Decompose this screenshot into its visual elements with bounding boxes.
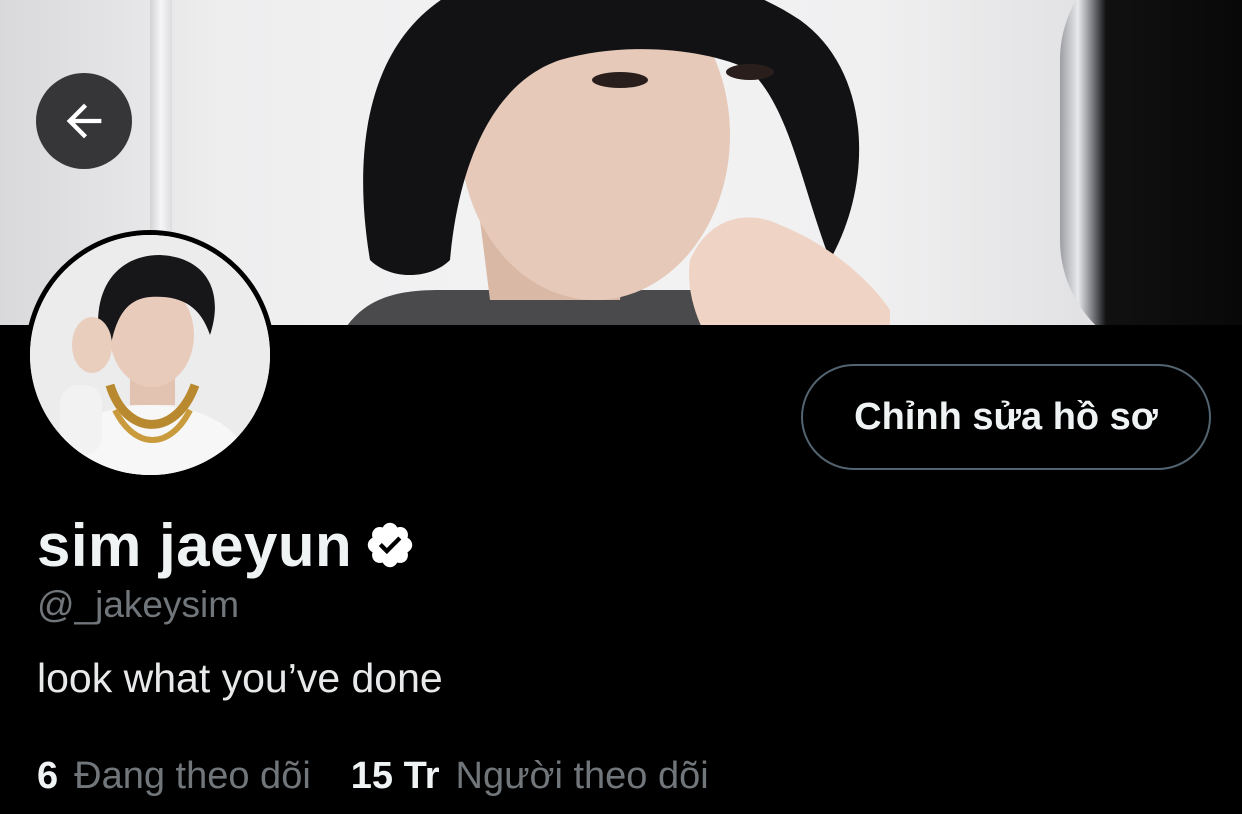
profile-name-row: sim jaeyun [37,508,416,582]
followers-link[interactable]: 15 Tr Người theo dõi [351,755,709,798]
following-label: Đang theo dõi [74,755,311,797]
back-button[interactable] [36,73,132,169]
followers-count: 15 Tr [350,755,440,797]
arrow-left-icon [66,103,102,139]
profile-bio: look what you’ve done [37,655,443,701]
following-link[interactable]: 6 Đang theo dõi [37,755,311,798]
banner-photo-figure [347,0,890,325]
edit-profile-button[interactable]: Chỉnh sửa hồ sơ [801,364,1211,470]
profile-stats: 6 Đang theo dõi 15 Tr Người theo dõi [37,755,709,798]
banner-background-mirror [1060,0,1242,325]
avatar-photo [30,235,270,475]
verified-badge-icon[interactable] [364,519,416,571]
profile-handle: @_jakeysim [37,584,240,625]
followers-label: Người theo dõi [455,755,709,797]
following-count: 6 [37,755,59,797]
display-name: sim jaeyun [37,511,353,579]
profile-avatar[interactable] [25,230,275,480]
